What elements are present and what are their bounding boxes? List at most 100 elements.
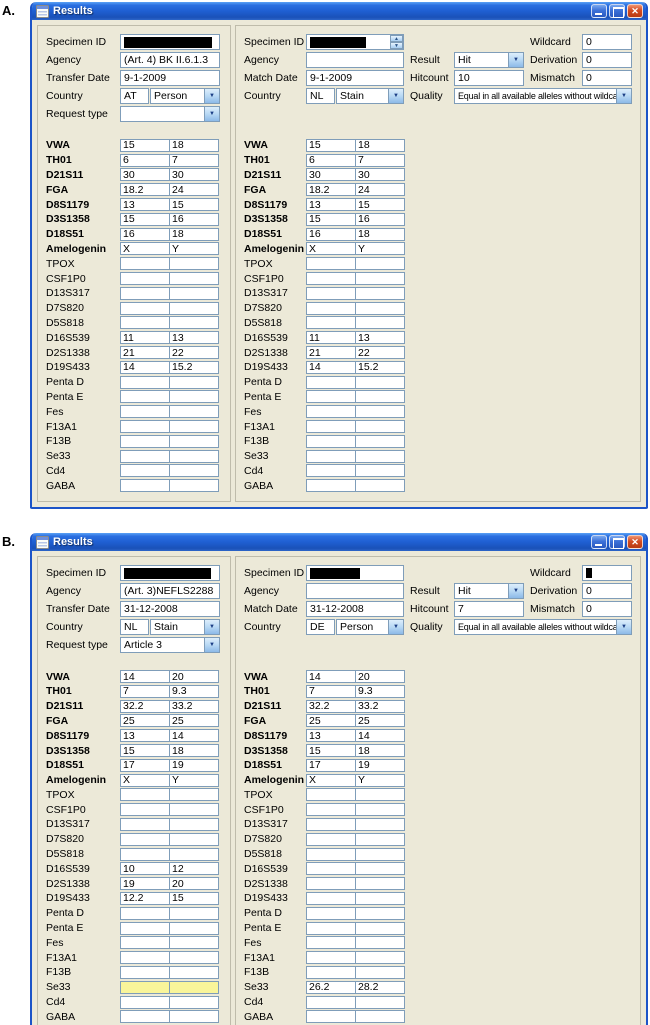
allele-field[interactable]: 30 (355, 168, 405, 182)
close-button[interactable]: ✕ (627, 535, 643, 550)
allele-field[interactable]: 22 (355, 346, 405, 360)
allele-field[interactable] (355, 936, 405, 950)
allele-field[interactable] (169, 936, 219, 950)
chevron-down-icon[interactable]: ▼ (508, 53, 523, 67)
allele-field[interactable] (306, 390, 356, 404)
agency-field[interactable] (306, 583, 404, 600)
allele-field[interactable] (120, 449, 170, 463)
allele-field[interactable]: 9.3 (355, 684, 405, 698)
allele-field[interactable] (306, 272, 356, 286)
allele-field[interactable] (120, 817, 170, 831)
allele-field[interactable] (120, 936, 170, 950)
allele-field[interactable] (355, 965, 405, 979)
country-kind-dropdown[interactable]: Person ▼ (336, 619, 404, 636)
allele-field[interactable]: 11 (120, 331, 170, 345)
allele-field[interactable] (169, 286, 219, 300)
derivation-field[interactable]: 0 (582, 583, 632, 600)
allele-field[interactable] (169, 817, 219, 831)
allele-field[interactable]: 7 (355, 153, 405, 167)
allele-field[interactable] (355, 803, 405, 817)
allele-field[interactable]: 33.2 (355, 699, 405, 713)
allele-field[interactable] (169, 951, 219, 965)
allele-field[interactable]: 12 (169, 862, 219, 876)
allele-field[interactable]: 26.2 (306, 980, 356, 994)
allele-field[interactable] (120, 921, 170, 935)
allele-field[interactable]: X (306, 242, 356, 256)
allele-field[interactable]: 7 (169, 153, 219, 167)
allele-field[interactable]: 13 (306, 729, 356, 743)
allele-field[interactable] (306, 921, 356, 935)
country-kind-dropdown[interactable]: Person ▼ (150, 88, 220, 104)
allele-field[interactable]: X (120, 242, 170, 256)
allele-field[interactable] (306, 951, 356, 965)
country-code-field[interactable]: NL (306, 88, 335, 104)
allele-field[interactable] (169, 832, 219, 846)
allele-field[interactable] (169, 906, 219, 920)
allele-field[interactable] (355, 1010, 405, 1024)
allele-field[interactable] (355, 405, 405, 419)
allele-field[interactable] (306, 817, 356, 831)
allele-field[interactable] (306, 375, 356, 389)
allele-field[interactable] (306, 906, 356, 920)
allele-field[interactable] (355, 390, 405, 404)
allele-field[interactable] (355, 316, 405, 330)
allele-field[interactable] (355, 272, 405, 286)
allele-field[interactable]: 21 (306, 346, 356, 360)
allele-field[interactable] (169, 464, 219, 478)
allele-field[interactable]: 14 (306, 360, 356, 374)
allele-field[interactable]: 15 (169, 891, 219, 905)
allele-field[interactable]: 25 (355, 714, 405, 728)
allele-field[interactable] (306, 995, 356, 1009)
allele-field[interactable]: 16 (169, 212, 219, 226)
chevron-down-icon[interactable]: ▼ (388, 620, 403, 635)
chevron-down-icon[interactable]: ▼ (616, 620, 631, 635)
agency-field[interactable] (306, 52, 404, 68)
allele-field[interactable]: 18.2 (306, 183, 356, 197)
allele-field[interactable]: 12.2 (120, 891, 170, 905)
allele-field[interactable]: 17 (120, 758, 170, 772)
allele-field[interactable]: 18 (169, 138, 219, 152)
allele-field[interactable] (355, 301, 405, 315)
allele-field[interactable] (355, 921, 405, 935)
country-code-field[interactable]: DE (306, 619, 335, 636)
allele-field[interactable] (169, 390, 219, 404)
allele-field[interactable] (120, 1010, 170, 1024)
allele-field[interactable] (120, 832, 170, 846)
allele-field[interactable] (355, 951, 405, 965)
allele-field[interactable] (355, 434, 405, 448)
allele-field[interactable]: 18.2 (120, 183, 170, 197)
allele-field[interactable] (306, 286, 356, 300)
allele-field[interactable]: 14 (355, 729, 405, 743)
allele-field[interactable] (306, 847, 356, 861)
chevron-down-icon[interactable]: ▼ (616, 89, 631, 103)
allele-field[interactable]: 15 (120, 138, 170, 152)
chevron-down-icon[interactable]: ▼ (508, 584, 523, 599)
allele-field[interactable] (120, 434, 170, 448)
allele-field[interactable]: 25 (306, 714, 356, 728)
allele-field[interactable] (120, 316, 170, 330)
allele-field[interactable]: 6 (306, 153, 356, 167)
allele-field[interactable] (355, 847, 405, 861)
hitcount-field[interactable]: 7 (454, 601, 524, 618)
titlebar[interactable]: Results ✕ (32, 2, 646, 20)
allele-field[interactable] (169, 921, 219, 935)
maximize-button[interactable] (609, 535, 625, 550)
allele-field[interactable] (355, 449, 405, 463)
allele-field[interactable] (355, 257, 405, 271)
allele-field[interactable]: 25 (120, 714, 170, 728)
allele-field[interactable] (120, 788, 170, 802)
allele-field[interactable] (306, 832, 356, 846)
allele-field[interactable]: 19 (355, 758, 405, 772)
allele-field[interactable]: 19 (120, 877, 170, 891)
allele-field[interactable]: 14 (169, 729, 219, 743)
allele-field[interactable] (306, 891, 356, 905)
allele-field[interactable] (120, 980, 170, 994)
allele-field[interactable]: 25 (169, 714, 219, 728)
allele-field[interactable]: X (120, 773, 170, 787)
allele-field[interactable]: 15 (120, 744, 170, 757)
transfer-date-field[interactable]: 31-12-2008 (120, 601, 220, 618)
allele-field[interactable]: Y (355, 242, 405, 256)
allele-field[interactable]: 13 (120, 198, 170, 212)
allele-field[interactable] (169, 847, 219, 861)
quality-dropdown[interactable]: Equal in all available alleles without w… (454, 88, 632, 104)
